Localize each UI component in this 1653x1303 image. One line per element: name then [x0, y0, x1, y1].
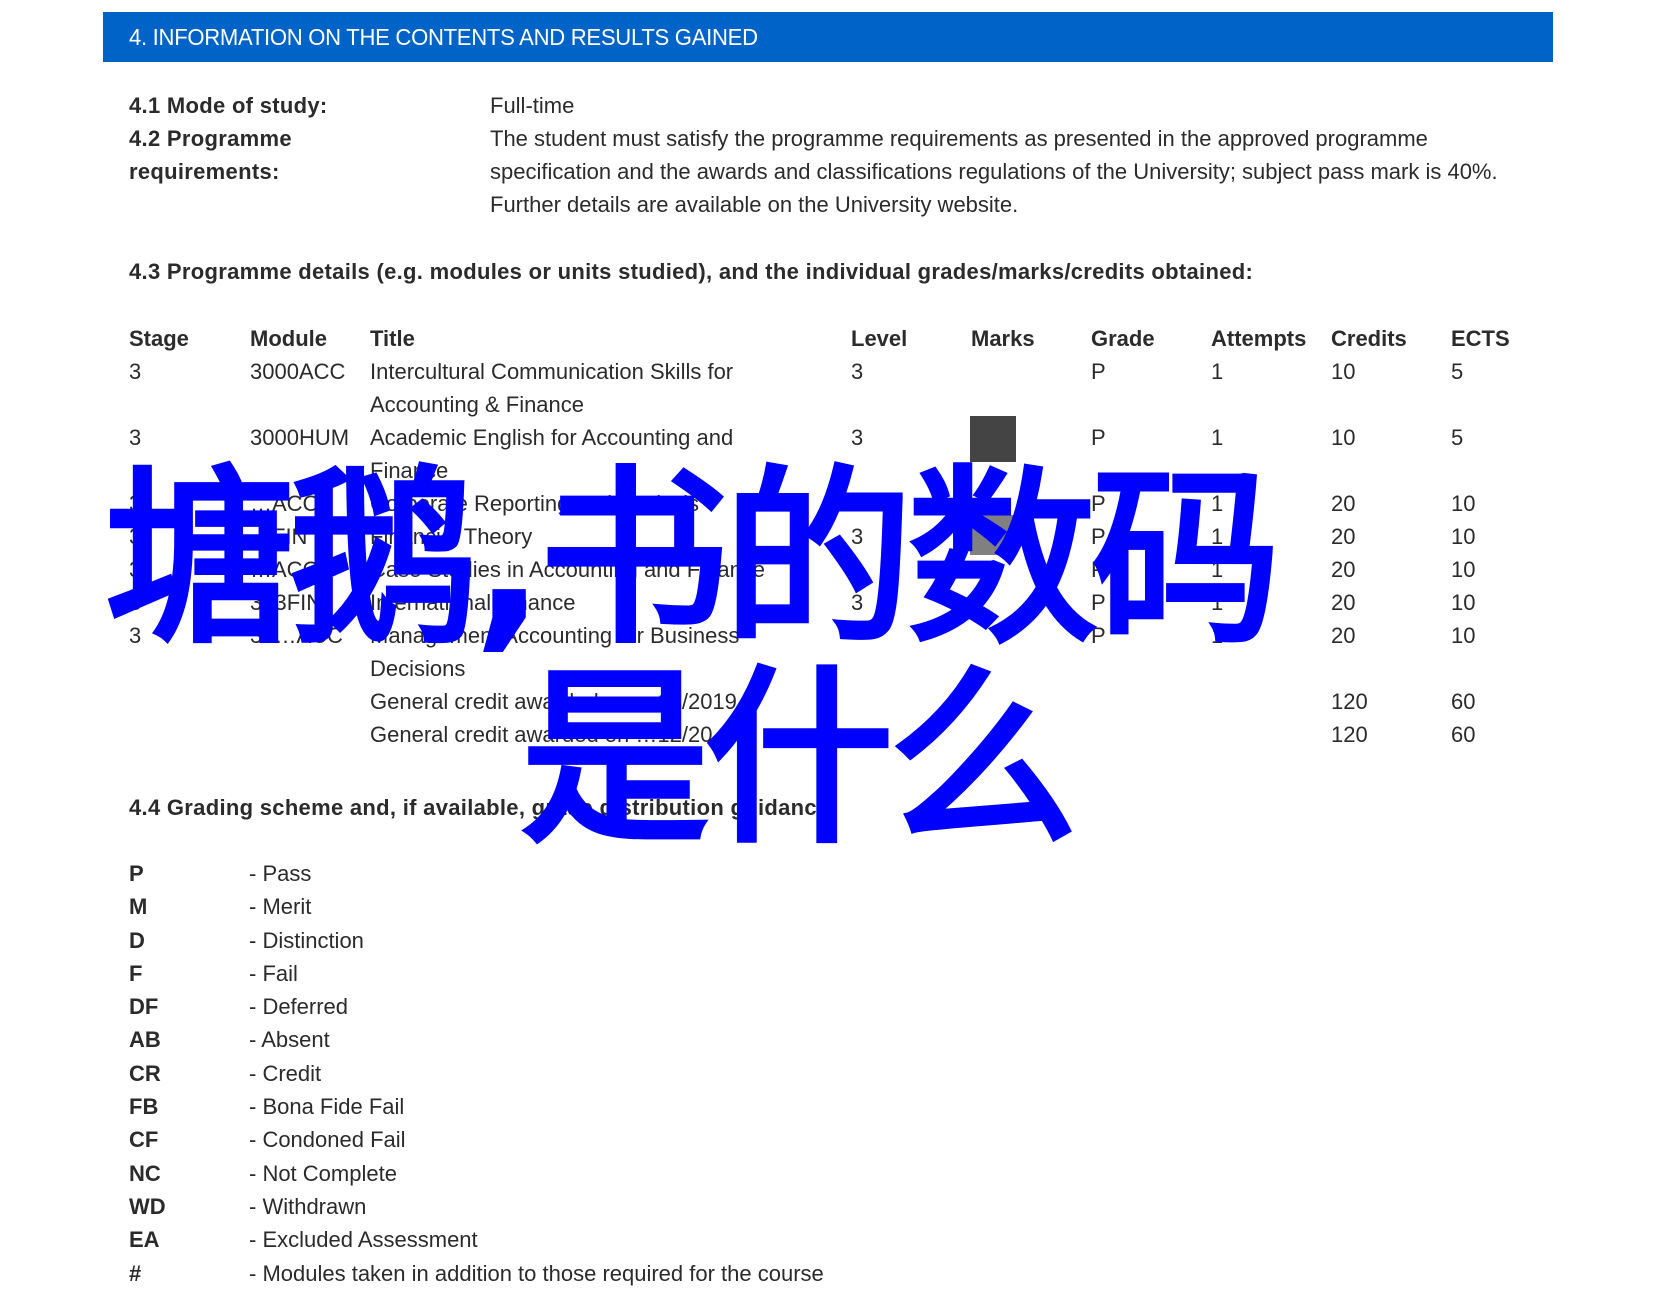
grade-description: - Deferred: [249, 994, 349, 1020]
grade-description: - Modules taken in addition to those req…: [249, 1260, 824, 1286]
cell-credits: 10: [1331, 425, 1356, 450]
cell-credits: 10: [1331, 359, 1356, 384]
grade-code: P: [129, 861, 144, 886]
grade-description: - Excluded Assessment: [249, 1227, 478, 1253]
column-header-attempts: Attempts: [1211, 326, 1307, 351]
grade-code: FB: [129, 1094, 159, 1120]
cell-ects: 5: [1451, 425, 1464, 450]
grade-code: WD: [129, 1193, 166, 1219]
cell-attempts: 1: [1211, 359, 1224, 384]
grade-code: NC: [129, 1160, 161, 1186]
cell-ects: 10: [1451, 590, 1476, 615]
column-header-stage: Stage: [129, 326, 189, 351]
grade-code: #: [129, 1260, 142, 1286]
cell-level: 3: [851, 359, 864, 384]
column-header-grade: Grade: [1091, 326, 1155, 351]
programme-details-heading: 4.3 Programme details (e.g. modules or u…: [129, 259, 1254, 284]
cell-credits: 20: [1331, 491, 1356, 516]
column-header-credits: Credits: [1331, 326, 1407, 351]
column-header-module: Module: [250, 326, 327, 351]
cell-credits: 120: [1331, 722, 1368, 747]
programme-requirements-label-line2: requirements:: [129, 159, 280, 184]
programme-requirements-value: The student must satisfy the programme r…: [490, 126, 1498, 217]
grade-description: - Condoned Fail: [249, 1127, 406, 1153]
grade-description: - Fail: [249, 960, 298, 986]
grade-code: DF: [129, 994, 159, 1020]
grade-description: - Not Complete: [249, 1160, 397, 1186]
grade-description: - Pass: [249, 861, 312, 886]
grade-description: - Withdrawn: [249, 1193, 367, 1219]
section-banner: 4. INFORMATION ON THE CONTENTS AND RESUL…: [103, 12, 1553, 62]
cell-ects: 10: [1451, 524, 1476, 549]
cell-credits: 20: [1331, 557, 1356, 582]
cell-ects: 10: [1451, 623, 1476, 648]
grade-code: M: [129, 894, 148, 920]
cell-title-continuation: Accounting & Finance: [370, 392, 585, 417]
grade-description: - Bona Fide Fail: [249, 1094, 405, 1120]
grade-description: - Credit: [249, 1060, 322, 1086]
cell-ects: 60: [1451, 722, 1476, 747]
column-header-ects: ECTS: [1451, 326, 1510, 351]
grade-description: - Merit: [249, 894, 312, 920]
mode-of-study-label: 4.1 Mode of study:: [129, 93, 328, 118]
grade-code: EA: [129, 1227, 160, 1253]
watermark-line2: 是什么: [520, 649, 1078, 870]
grade-description: - Distinction: [249, 927, 364, 953]
mode-of-study-value: Full-time: [490, 93, 575, 118]
grade-description: - Absent: [249, 1027, 330, 1053]
cell-title: Intercultural Communication Skills for: [370, 359, 734, 384]
table-row-continuation: Accounting & Finance: [129, 388, 1549, 421]
cell-ects: 10: [1451, 491, 1476, 516]
programme-requirements-label: 4.2 Programme requirements:: [129, 122, 292, 188]
cell-module: 3000ACC: [250, 359, 346, 384]
cell-ects: 10: [1451, 557, 1476, 582]
cell-credits: 120: [1331, 689, 1368, 714]
grade-code: AB: [129, 1027, 161, 1053]
cell-credits: 20: [1331, 623, 1356, 648]
cell-ects: 5: [1451, 359, 1464, 384]
column-header-title: Title: [370, 326, 415, 351]
cell-credits: 20: [1331, 590, 1356, 615]
cell-ects: 60: [1451, 689, 1476, 714]
cell-credits: 20: [1331, 524, 1356, 549]
grade-code: CR: [129, 1060, 161, 1086]
table-row: 3 3000ACC Intercultural Communication Skil…: [129, 355, 1549, 388]
column-header-marks: Marks: [971, 326, 1035, 351]
column-header-level: Level: [851, 326, 908, 351]
table-header-row: Stage Module Title Level Marks Grade Att…: [129, 322, 1549, 355]
grade-code: CF: [129, 1127, 159, 1153]
cell-stage: 3: [129, 359, 142, 384]
grade-code: F: [129, 960, 143, 986]
watermark-line1: 塘鹅,书的数码: [105, 449, 1281, 670]
cell-grade: P: [1091, 359, 1106, 384]
programme-requirements-label-line1: 4.2 Programme: [129, 126, 292, 151]
grade-code: D: [129, 927, 145, 953]
section-banner-title: 4. INFORMATION ON THE CONTENTS AND RESUL…: [129, 24, 758, 50]
